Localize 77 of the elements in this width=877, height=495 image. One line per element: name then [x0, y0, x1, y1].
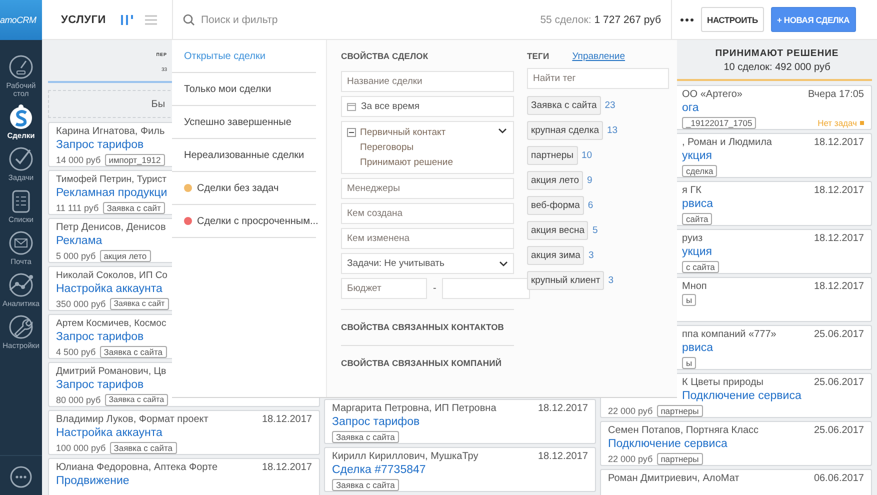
- contact-name: Маргарита Петровна, ИП Петровна: [332, 402, 496, 415]
- contact-name: Юлиана Федоровна, Аптека Форте: [56, 461, 218, 474]
- tag-label: Заявка с сайта: [104, 394, 168, 406]
- deal-price: 80 000 руб: [56, 394, 101, 406]
- deal-price: 22 000 руб: [608, 453, 653, 465]
- contact-name: Тимофей Петрин, Турист: [56, 173, 166, 186]
- contact-name: Дмитрий Романович, Цв: [56, 365, 166, 378]
- section-heading: ТЕГИ: [527, 50, 550, 62]
- tag-label: импорт_1912: [104, 154, 165, 166]
- tag-count: 9: [587, 175, 592, 186]
- deal-price: 11 111 руб: [56, 202, 99, 214]
- contact-name: ОО «Артего»: [682, 88, 742, 101]
- deal-date: 18.12.2017: [262, 413, 312, 426]
- deal-price: 100 000 руб: [56, 442, 106, 454]
- contact-name: , Роман и Людмила: [682, 136, 772, 149]
- tag-label: партнеры: [656, 453, 703, 465]
- range-separator: -: [433, 283, 436, 294]
- contact-name: руиз: [682, 232, 703, 245]
- tag-count: 10: [582, 150, 592, 161]
- contact-name: К Цветы природы: [682, 376, 764, 389]
- tag-count: 5: [592, 225, 598, 236]
- deal-total: 1 727 267 руб: [594, 14, 661, 26]
- contact-name: Карина Игнатова, Филь: [56, 125, 165, 138]
- deal-date: 18.12.2017: [814, 184, 864, 197]
- tag-label: Заявка с сайта: [100, 346, 167, 358]
- deal-price: 14 000 руб: [56, 154, 101, 166]
- contact-name: Владимир Луков, Формат проект: [56, 413, 208, 426]
- contact-name: Николай Соколов, ИП Со: [56, 269, 168, 282]
- contact-name: я ГК: [682, 184, 702, 197]
- tag-label: Заявка с сайта: [332, 431, 399, 443]
- contact-name: Артем Космичев, Космос: [56, 317, 166, 330]
- contact-name: Семен Потапов, Портняга Класс: [608, 424, 759, 437]
- deal-date: 25.06.2017: [814, 328, 864, 341]
- tag-label: Заявка с сайта: [110, 442, 177, 454]
- tag-label: сайта: [682, 213, 712, 225]
- contact-name: Петр Денисов, Денисов: [56, 221, 166, 234]
- column-title: ПРИНИМАЮТ РЕШЕНИЕ: [715, 48, 839, 59]
- tag-label: с сайта: [682, 261, 719, 273]
- deal-date: 18.12.2017: [814, 136, 864, 149]
- contact-name: Кирилл Кириллович, МушкаТру: [332, 450, 478, 463]
- deal-date: 18.12.2017: [814, 232, 864, 245]
- deal-date: 18.12.2017: [262, 461, 312, 474]
- column-summary: 10 сделок: 492 000 руб: [724, 62, 830, 73]
- deal-date: 06.06.2017: [814, 472, 864, 485]
- tag-count: 3: [608, 275, 614, 286]
- section-heading: СВОЙСТВА СДЕЛОК: [341, 50, 430, 62]
- tag-count: 6: [588, 200, 594, 211]
- contact-name: Роман Дмитриевич, АлоМат: [608, 472, 740, 485]
- tag-label: ы: [682, 357, 696, 369]
- tag-label: сделка: [682, 165, 718, 177]
- tag-label: ы: [682, 294, 696, 306]
- no-tasks-status: Нет задач: [818, 117, 864, 129]
- deal-date: 18.12.2017: [538, 450, 588, 463]
- contact-name: ппа компаний «777»: [682, 328, 776, 341]
- deal-price: 4 500 руб: [56, 346, 96, 358]
- date-value: За все время: [361, 101, 420, 112]
- contact-name: Мноп: [682, 280, 707, 293]
- deal-date: 18.12.2017: [814, 280, 864, 293]
- deal-date: 18.12.2017: [538, 402, 588, 415]
- deal-price: 350 000 руб: [56, 298, 106, 310]
- tag-count: 23: [604, 100, 616, 111]
- select-value: Задачи: Не учитывать: [347, 258, 446, 269]
- tag-label: _19122017_1705: [682, 117, 756, 129]
- quick-add-label: Бы: [151, 98, 165, 110]
- tag-label: партнеры: [656, 405, 703, 417]
- tag-label: Заявка с сайт: [102, 202, 165, 214]
- tag-label: Заявка с сайта: [332, 479, 399, 491]
- deal-date: 25.06.2017: [814, 376, 864, 389]
- deal-price: 22 000 руб: [608, 405, 653, 417]
- tag-count: 3: [588, 250, 594, 261]
- section-title: УСЛУГИ: [61, 14, 106, 26]
- deal-date: Вчера 17:05: [808, 88, 864, 101]
- deal-price: 5 000 руб: [56, 250, 96, 262]
- tag-label: Заявка с сайт: [110, 298, 169, 310]
- deal-date: 25.06.2017: [814, 424, 864, 437]
- deal-count: 55 сделок:: [540, 14, 592, 26]
- tag-label: акция лето: [100, 250, 151, 262]
